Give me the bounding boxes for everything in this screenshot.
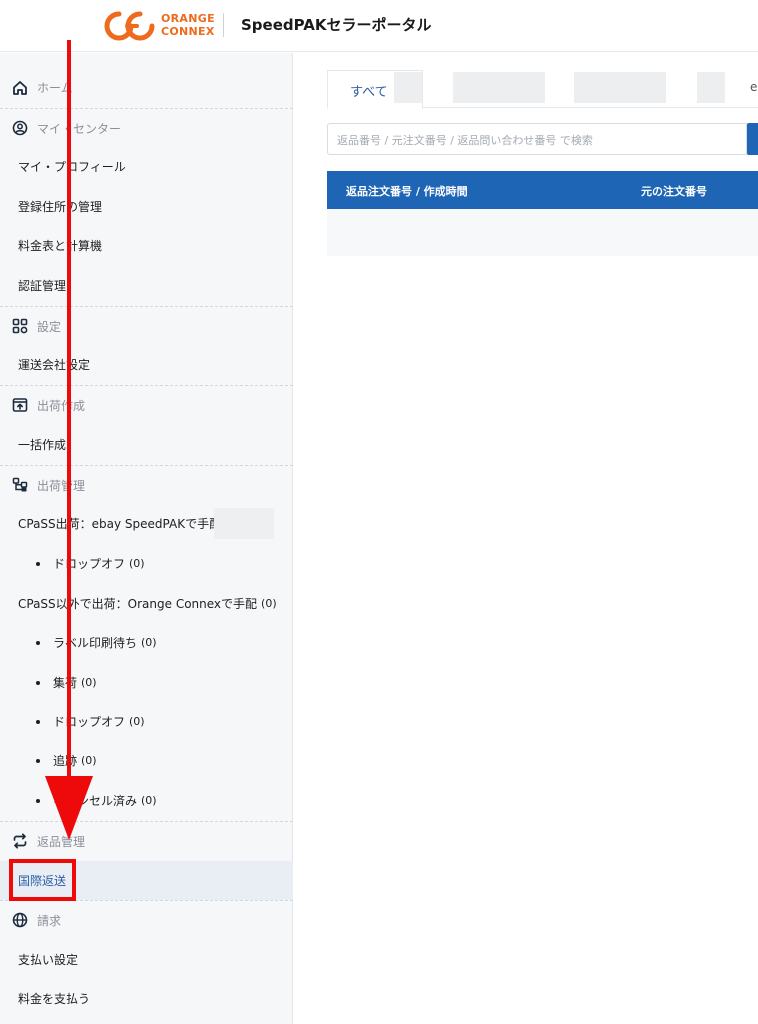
sidebar-section-label: ホーム — [37, 81, 73, 95]
sidebar-subitem-count: (0) — [81, 676, 97, 689]
search-input[interactable]: 返品番号 / 元注文番号 / 返品問い合わせ番号 で検索 — [327, 123, 747, 155]
bullet-dot — [36, 758, 40, 763]
sidebar-item-label: 認証管理 — [18, 279, 67, 293]
logo-line-2: CONNEX — [161, 25, 215, 38]
sidebar-item-cpass-orange-connex[interactable]: CPaSS以外で出荷：Orange Connexで手配 (0) — [0, 584, 293, 623]
sidebar-item-label: 運送会社設定 — [18, 358, 91, 372]
sidebar-item-carrier-settings[interactable]: 運送会社設定 — [0, 345, 293, 384]
sidebar-item-payment-settings[interactable]: 支払い設定 — [0, 940, 293, 979]
orange-connex-logo-icon — [104, 11, 155, 41]
sidebar-subitem-cancelled[interactable]: キャンセル済み (0) — [0, 781, 293, 820]
bullet-dot — [36, 561, 40, 566]
sidebar-section-label: 返品管理 — [37, 834, 86, 849]
bullet-dot — [36, 719, 40, 724]
annotation-highlight-box — [9, 859, 76, 901]
sidebar-item-label: CPaSS出荷：ebay SpeedPAKで手配 — [18, 517, 222, 531]
sidebar-section-my-center[interactable]: マイ・センター — [0, 108, 293, 147]
table-header: 返品注文番号 / 作成時間 元の注文番号 — [327, 171, 758, 209]
sidebar-item-label: 料金表と計算機 — [18, 239, 103, 253]
sidebar-item-label: 料金を支払う — [18, 992, 91, 1006]
sidebar-section-home[interactable]: ホーム — [0, 68, 293, 107]
sidebar-item-cpass-ebay[interactable]: CPaSS出荷：ebay SpeedPAKで手配 — [0, 504, 293, 543]
column-header-original-order[interactable]: 元の注文番号 — [641, 183, 707, 199]
redacted-area — [574, 72, 666, 103]
tab-partial-label[interactable]: e — [750, 80, 757, 94]
sidebar-item-rate-calculator[interactable]: 料金表と計算機 — [0, 226, 293, 265]
user-circle-icon — [12, 120, 28, 136]
search-placeholder: 返品番号 / 元注文番号 / 返品問い合わせ番号 で検索 — [337, 134, 593, 147]
sidebar-item-label: 登録住所の管理 — [18, 200, 103, 214]
sidebar-section-shipment-create[interactable]: 出荷作成 — [0, 385, 293, 424]
orange-connex-logo[interactable]: ORANGE CONNEX — [104, 9, 215, 43]
sidebar-item-label: 一括作成 — [18, 438, 67, 452]
home-icon — [12, 80, 28, 96]
upload-box-icon — [12, 397, 28, 413]
bullet-dot — [36, 798, 40, 803]
sidebar-subitem-pickup[interactable]: 集荷 (0) — [0, 663, 293, 702]
sidebar-item-my-profile[interactable]: マイ・プロフィール — [0, 147, 293, 186]
bullet-dot — [36, 680, 40, 685]
sidebar-section-settings[interactable]: 設定 — [0, 306, 293, 345]
sidebar-subitem-count: (0) — [141, 794, 157, 807]
sidebar-subitem-count: (0) — [129, 557, 145, 570]
sidebar-item-address-management[interactable]: 登録住所の管理 — [0, 187, 293, 226]
sidebar-subitem-label: キャンセル済み — [53, 794, 138, 808]
tab-label: すべて — [350, 85, 388, 100]
sidebar-section-label: 請求 — [37, 913, 62, 928]
sidebar-section-billing[interactable]: 請求 — [0, 900, 293, 939]
flow-chart-icon — [12, 477, 28, 493]
sidebar-section-label: 出荷管理 — [37, 478, 86, 493]
redacted-area — [214, 508, 274, 539]
sidebar-section-shipment-management[interactable]: 出荷管理 — [0, 465, 293, 504]
status-tabs: すべて e — [327, 70, 758, 109]
search-button[interactable] — [747, 123, 758, 155]
bullet-dot — [36, 640, 40, 645]
sidebar-subitem-label: ラベル印刷待ち — [53, 636, 138, 650]
sidebar-section-label: 出荷作成 — [37, 398, 86, 413]
sidebar-item-pay-fees[interactable]: 料金を支払う — [0, 979, 293, 1018]
sidebar-subitem-tracking[interactable]: 追跡 (0) — [0, 741, 293, 780]
sidebar-section-label: マイ・センター — [37, 121, 122, 136]
sidebar-subitem-label: 追跡 — [53, 754, 78, 768]
table-empty-row — [327, 209, 758, 256]
sidebar-item-count: (0) — [261, 597, 277, 610]
sidebar-item-bulk-create[interactable]: 一括作成 — [0, 425, 293, 464]
sidebar-subitem-count: (0) — [129, 715, 145, 728]
logo-wordmark: ORANGE CONNEX — [161, 12, 215, 38]
top-header: ORANGE CONNEX SpeedPAKセラーポータル — [0, 0, 758, 52]
refresh-arrows-icon — [12, 833, 28, 849]
sidebar-subitem-count: (0) — [81, 754, 97, 767]
sidebar-item-label: マイ・プロフィール — [18, 160, 126, 174]
header-divider — [223, 13, 224, 37]
logo-line-1: ORANGE — [161, 12, 215, 25]
sidebar-subitem-label: 集荷 — [53, 676, 78, 690]
sidebar-section-label: 設定 — [37, 319, 62, 334]
sidebar-section-returns[interactable]: 返品管理 — [0, 821, 293, 860]
sidebar-item-label: CPaSS以外で出荷：Orange Connexで手配 — [18, 597, 258, 611]
sidebar-subitem-label: ドロップオフ — [53, 557, 126, 571]
redacted-area — [697, 72, 725, 103]
sidebar-subitem-label-printing[interactable]: ラベル印刷待ち (0) — [0, 623, 293, 662]
sidebar-subitem-dropoff[interactable]: ドロップオフ (0) — [0, 702, 293, 741]
column-header-return-order[interactable]: 返品注文番号 / 作成時間 — [346, 183, 468, 199]
sidebar-subitem-count: (0) — [141, 636, 157, 649]
globe-icon — [12, 912, 28, 928]
portal-title: SpeedPAKセラーポータル — [241, 16, 432, 34]
sidebar-subitem-label: ドロップオフ — [53, 715, 126, 729]
sidebar-item-label: 支払い設定 — [18, 953, 79, 967]
grid-settings-icon — [12, 318, 28, 334]
main-content: すべて e 返品番号 / 元注文番号 / 返品問い合わせ番号 で検索 返品注文番… — [294, 53, 758, 1024]
redacted-area — [453, 72, 545, 103]
redacted-area — [394, 72, 422, 103]
sidebar-subitem-ebay-dropoff[interactable]: ドロップオフ (0) — [0, 544, 293, 583]
sidebar-item-authentication[interactable]: 認証管理 — [0, 266, 293, 305]
